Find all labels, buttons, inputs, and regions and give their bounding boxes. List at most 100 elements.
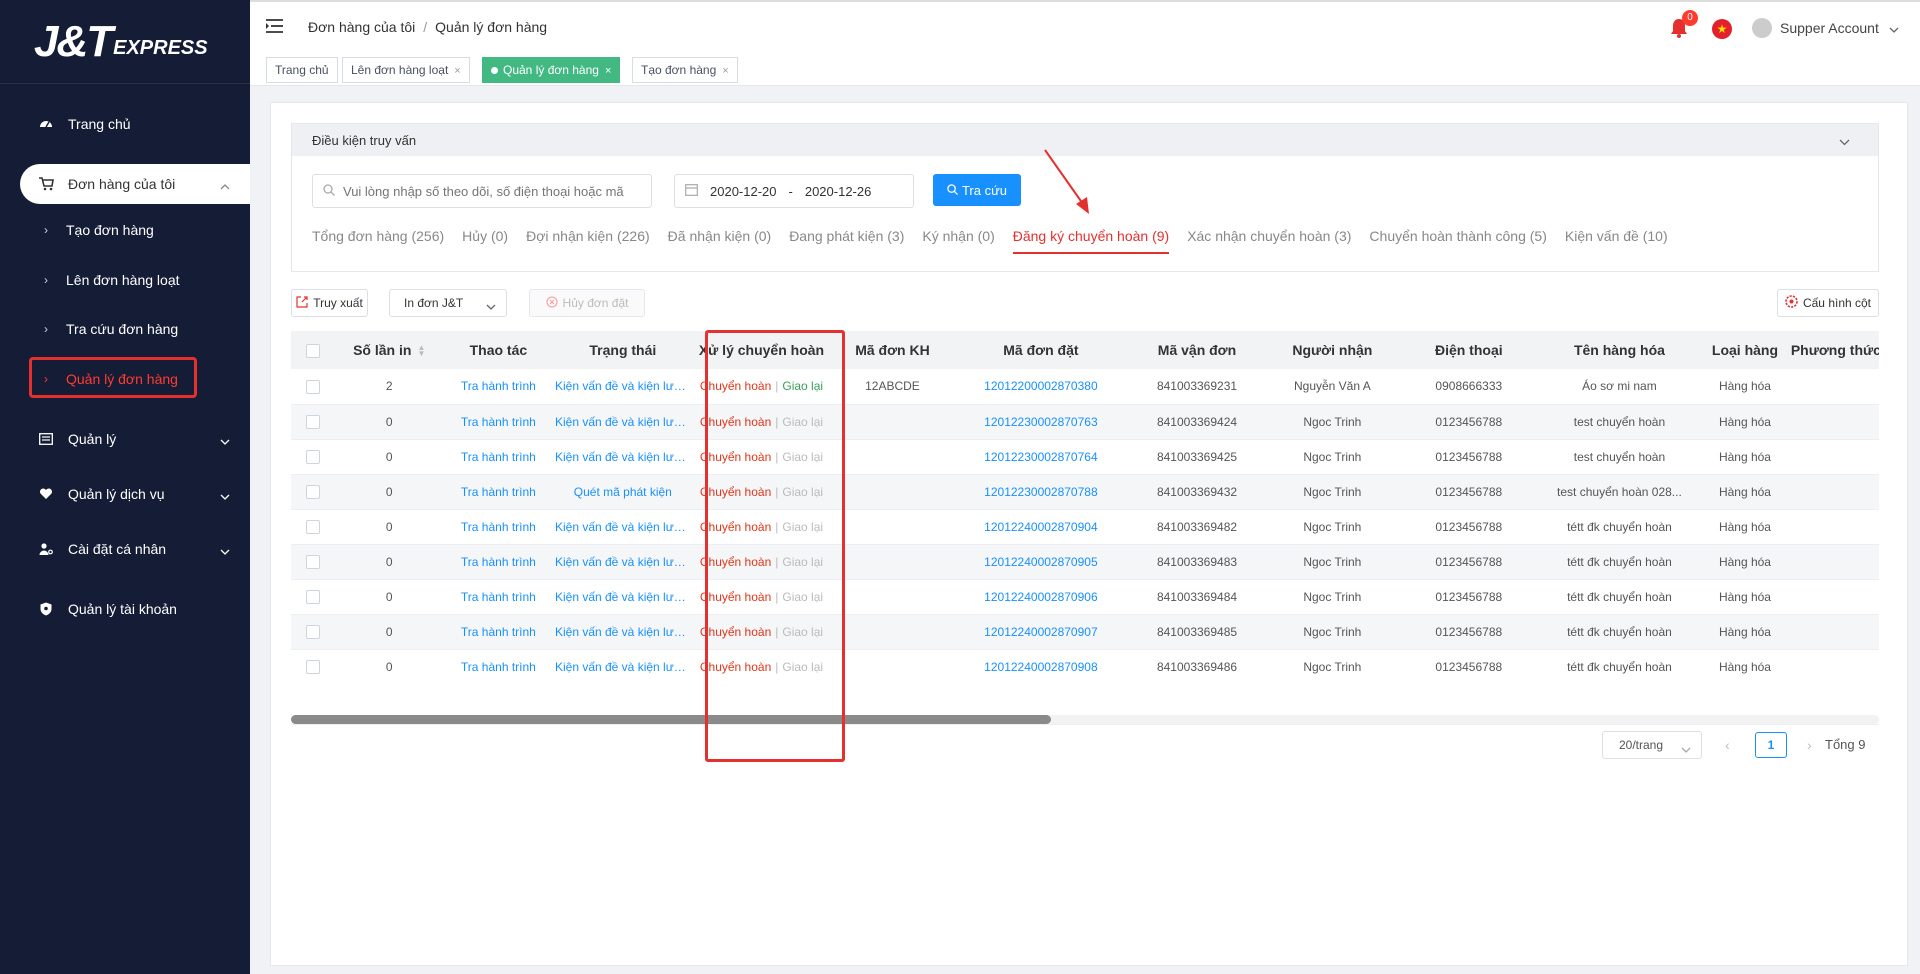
redeliver-link[interactable]: Giao lại: [782, 379, 823, 393]
search-field[interactable]: [312, 174, 652, 208]
order-code-link[interactable]: 12012230002870763: [954, 404, 1128, 440]
status-tab-signed[interactable]: Ký nhận (0): [922, 228, 994, 254]
status-cell[interactable]: Quét mã phát kiện: [552, 474, 693, 510]
search-input[interactable]: [343, 183, 633, 199]
track-link[interactable]: Tra hành trình: [443, 509, 553, 545]
menu-toggle-icon[interactable]: [266, 18, 284, 37]
status-tab-picked-up[interactable]: Đã nhận kiện (0): [668, 228, 772, 254]
sidebar-subitem-create-order[interactable]: › Tạo đơn hàng: [20, 212, 250, 248]
close-icon[interactable]: ×: [722, 65, 728, 77]
row-checkbox[interactable]: [305, 414, 320, 429]
status-tab-cancelled[interactable]: Hủy (0): [462, 228, 508, 254]
horizontal-scrollbar[interactable]: [291, 715, 1879, 724]
search-button[interactable]: Tra cứu: [933, 174, 1021, 206]
order-code-link[interactable]: 12012240002870908: [954, 649, 1128, 681]
row-checkbox[interactable]: [305, 624, 320, 639]
track-link[interactable]: Tra hành trình: [443, 544, 553, 580]
redeliver-link[interactable]: Giao lại: [782, 625, 823, 639]
status-tab-delivering[interactable]: Đang phát kiện (3): [789, 228, 904, 254]
sidebar-item-personal[interactable]: Cài đặt cá nhân: [20, 529, 250, 569]
table-row[interactable]: 0 Tra hành trình Quét mã phát kiện Chuyển h…: [291, 474, 1879, 510]
order-code-link[interactable]: 12012240002870907: [954, 614, 1128, 650]
redeliver-link[interactable]: Giao lại: [782, 450, 823, 464]
tab-create-order[interactable]: Tạo đơn hàng ×: [632, 57, 738, 83]
status-tab-return-success[interactable]: Chuyển hoàn thành công (5): [1369, 228, 1546, 254]
track-link[interactable]: Tra hành trình: [443, 474, 553, 510]
status-tab-waiting-pickup[interactable]: Đợi nhận kiện (226): [526, 228, 650, 254]
prev-page-icon[interactable]: ‹: [1725, 737, 1730, 753]
redeliver-link[interactable]: Giao lại: [782, 590, 823, 604]
status-cell[interactable]: Kiện vấn đề và kiện lưu kho: [552, 369, 693, 405]
table-row[interactable]: 2 Tra hành trình Kiện vấn đề và kiện lưu k…: [291, 369, 1879, 405]
table-row[interactable]: 0 Tra hành trình Kiện vấn đề và kiện lưu k…: [291, 614, 1879, 650]
status-tab-return-registered[interactable]: Đăng ký chuyển hoàn (9): [1012, 228, 1170, 254]
chevron-down-icon[interactable]: [1839, 134, 1850, 149]
tab-home[interactable]: Trang chủ: [266, 57, 338, 83]
cancel-order-button[interactable]: Hủy đơn đặt: [529, 289, 645, 317]
order-code-link[interactable]: 12012230002870788: [954, 474, 1128, 510]
order-code-link[interactable]: 12012200002870380: [954, 369, 1128, 405]
redeliver-link[interactable]: Giao lại: [782, 415, 823, 429]
redeliver-link[interactable]: Giao lại: [782, 520, 823, 534]
vietnam-flag-icon[interactable]: ★: [1712, 19, 1732, 39]
table-row[interactable]: 0 Tra hành trình Kiện vấn đề và kiện lưu k…: [291, 544, 1879, 580]
sidebar-subitem-track-order[interactable]: › Tra cứu đơn hàng: [20, 311, 250, 347]
table-row[interactable]: 0 Tra hành trình Kiện vấn đề và kiện lưu k…: [291, 579, 1879, 615]
track-link[interactable]: Tra hành trình: [443, 439, 553, 475]
status-cell[interactable]: Kiện vấn đề và kiện lưu kho: [552, 544, 693, 580]
order-code-link[interactable]: 12012240002870905: [954, 544, 1128, 580]
redeliver-link[interactable]: Giao lại: [782, 660, 823, 674]
table-row[interactable]: 0 Tra hành trình Kiện vấn đề và kiện lưu k…: [291, 649, 1879, 681]
page-size-select[interactable]: 20/trang: [1602, 731, 1702, 759]
sidebar-subitem-bulk-order[interactable]: › Lên đơn hàng loạt: [20, 262, 250, 298]
row-checkbox[interactable]: [305, 659, 320, 674]
date-from[interactable]: 2020-12-20: [710, 184, 777, 199]
return-link[interactable]: Chuyển hoàn: [700, 520, 771, 534]
table-row[interactable]: 0 Tra hành trình Kiện vấn đề và kiện lưu k…: [291, 404, 1879, 440]
status-cell[interactable]: Kiện vấn đề và kiện lưu kho: [552, 579, 693, 615]
date-to[interactable]: 2020-12-26: [805, 184, 872, 199]
close-icon[interactable]: ×: [454, 65, 460, 77]
redeliver-link[interactable]: Giao lại: [782, 485, 823, 499]
status-tab-total[interactable]: Tổng đơn hàng (256): [312, 228, 444, 254]
sidebar-item-home[interactable]: Trang chủ: [20, 104, 250, 144]
track-link[interactable]: Tra hành trình: [443, 614, 553, 650]
date-range-picker[interactable]: 2020-12-20 - 2020-12-26: [674, 174, 914, 208]
track-link[interactable]: Tra hành trình: [443, 404, 553, 440]
row-checkbox[interactable]: [305, 484, 320, 499]
sidebar-item-account[interactable]: Quản lý tài khoản: [20, 589, 250, 629]
print-select[interactable]: In đơn J&T: [389, 289, 507, 317]
order-code-link[interactable]: 12012240002870904: [954, 509, 1128, 545]
status-cell[interactable]: Kiện vấn đề và kiện lưu kho: [552, 439, 693, 475]
sidebar-item-manage[interactable]: Quản lý: [20, 419, 250, 459]
return-link[interactable]: Chuyển hoàn: [700, 590, 771, 604]
return-link[interactable]: Chuyển hoàn: [700, 625, 771, 639]
return-link[interactable]: Chuyển hoàn: [700, 450, 771, 464]
order-code-link[interactable]: 12012240002870906: [954, 579, 1128, 615]
tab-manage-orders[interactable]: Quản lý đơn hàng ×: [482, 57, 621, 83]
status-cell[interactable]: Kiện vấn đề và kiện lưu kho: [552, 614, 693, 650]
page-number-current[interactable]: 1: [1755, 732, 1787, 758]
close-icon[interactable]: ×: [605, 65, 611, 77]
return-link[interactable]: Chuyển hoàn: [700, 485, 771, 499]
sidebar-item-orders[interactable]: Đơn hàng của tôi: [20, 164, 250, 204]
status-cell[interactable]: Kiện vấn đề và kiện lưu kho: [552, 649, 693, 681]
sort-icon[interactable]: ▲ ▼: [417, 344, 425, 358]
return-link[interactable]: Chuyển hoàn: [700, 660, 771, 674]
status-tab-problem[interactable]: Kiện vấn đề (10): [1565, 228, 1668, 254]
tab-bulk-order[interactable]: Lên đơn hàng loạt ×: [342, 57, 470, 83]
return-link[interactable]: Chuyển hoàn: [700, 555, 771, 569]
table-row[interactable]: 0 Tra hành trình Kiện vấn đề và kiện lưu k…: [291, 509, 1879, 545]
brand-logo[interactable]: J&T EXPRESS: [0, 0, 250, 84]
row-checkbox[interactable]: [305, 519, 320, 534]
status-cell[interactable]: Kiện vấn đề và kiện lưu kho: [552, 509, 693, 545]
select-all-checkbox[interactable]: [305, 344, 320, 359]
user-menu[interactable]: Supper Account: [1752, 18, 1899, 38]
column-header[interactable]: Số lần in ▲ ▼: [334, 331, 444, 369]
redeliver-link[interactable]: Giao lại: [782, 555, 823, 569]
next-page-icon[interactable]: ›: [1807, 737, 1812, 753]
table-row[interactable]: 0 Tra hành trình Kiện vấn đề và kiện lưu k…: [291, 439, 1879, 475]
scrollbar-thumb[interactable]: [291, 715, 1051, 724]
track-link[interactable]: Tra hành trình: [443, 579, 553, 615]
row-checkbox[interactable]: [305, 589, 320, 604]
